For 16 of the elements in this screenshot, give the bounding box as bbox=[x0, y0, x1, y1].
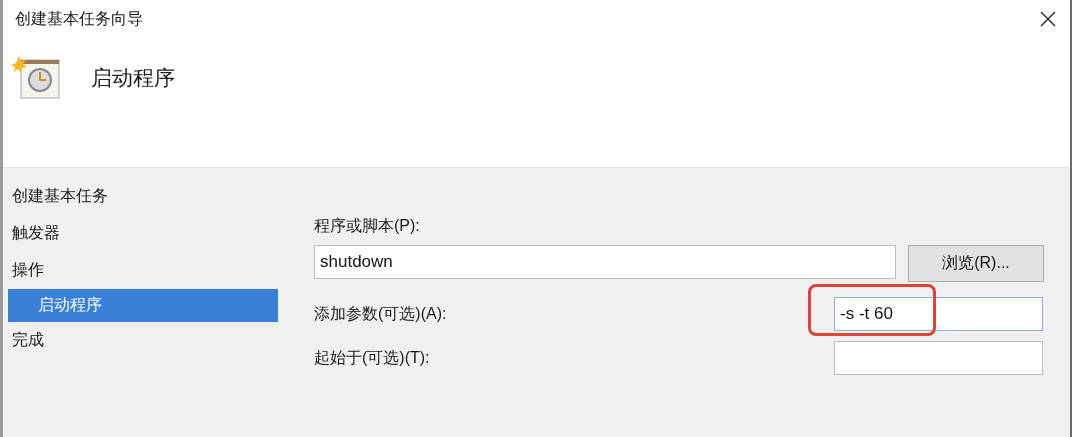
window-title: 创建基本任务向导 bbox=[15, 8, 143, 29]
field-label: 添加参数(可选)(A): bbox=[314, 303, 448, 324]
clock-icon bbox=[11, 54, 63, 102]
field-label: 程序或脚本(P): bbox=[314, 217, 420, 234]
wizard-step[interactable]: 操作 bbox=[8, 252, 278, 289]
wizard-step[interactable]: 启动程序 bbox=[8, 289, 278, 322]
input-field[interactable]: shutdown bbox=[314, 245, 896, 279]
page-heading: 启动程序 bbox=[91, 65, 175, 91]
input-field[interactable]: -s -t 60 bbox=[834, 297, 1043, 331]
close-icon[interactable] bbox=[1040, 11, 1056, 27]
wizard-step[interactable]: 触发器 bbox=[8, 215, 278, 252]
browse-button[interactable]: 浏览(R)... bbox=[908, 245, 1044, 282]
wizard-step[interactable]: 完成 bbox=[8, 322, 278, 359]
wizard-step[interactable]: 创建基本任务 bbox=[8, 178, 278, 215]
field-label: 起始于(可选)(T): bbox=[314, 347, 431, 368]
input-field[interactable] bbox=[834, 341, 1043, 375]
